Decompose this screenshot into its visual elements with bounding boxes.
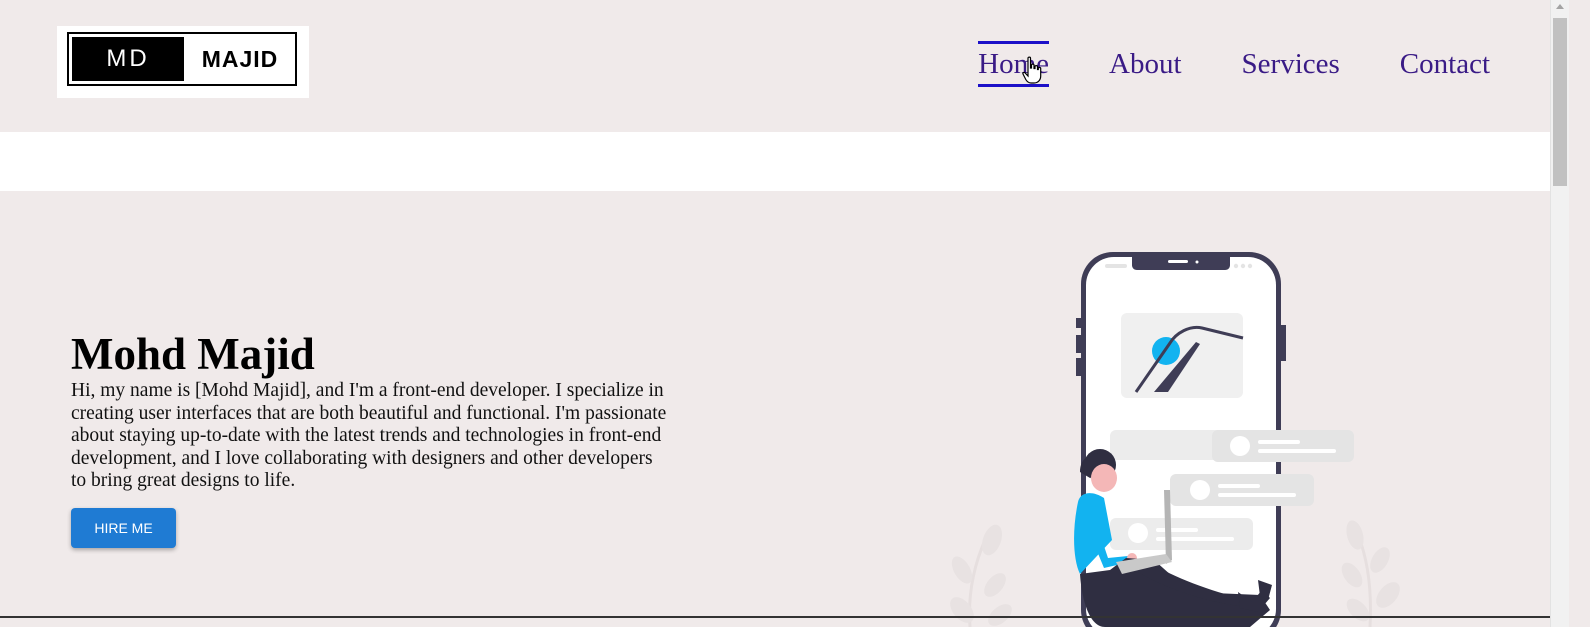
bottom-border	[0, 616, 1550, 618]
hand-cursor-icon	[1022, 56, 1042, 84]
logo-frame: MD MAJID	[67, 32, 297, 86]
leaf-decoration-right	[1341, 520, 1400, 627]
hire-me-button[interactable]: HIRE ME	[71, 508, 176, 548]
scrollbar-thumb[interactable]	[1553, 18, 1567, 186]
header-spacer-band	[0, 132, 1550, 191]
vertical-scrollbar[interactable]	[1550, 0, 1569, 627]
logo[interactable]: MD MAJID	[57, 26, 309, 98]
hero-description: Hi, my name is [Mohd Majid], and I'm a f…	[71, 380, 667, 491]
nav-contact-link[interactable]: Contact	[1400, 42, 1490, 86]
site-header: MD MAJID Home About Services Contact	[0, 0, 1570, 132]
nav-services-link[interactable]: Services	[1242, 42, 1340, 86]
phone-notch	[1132, 257, 1230, 270]
hero-title: Mohd Majid	[71, 329, 315, 379]
main-nav: Home About Services Contact	[978, 41, 1490, 87]
page: MD MAJID Home About Services Contact Moh…	[0, 0, 1590, 627]
right-edge	[1569, 0, 1590, 627]
phone-illustration	[950, 252, 1400, 627]
leaf-decoration-left	[950, 524, 1012, 627]
scroll-up-arrow-icon[interactable]	[1556, 4, 1564, 9]
logo-left-text: MD	[72, 37, 184, 81]
nav-about-link[interactable]: About	[1109, 42, 1182, 86]
logo-right-text: MAJID	[201, 45, 279, 72]
